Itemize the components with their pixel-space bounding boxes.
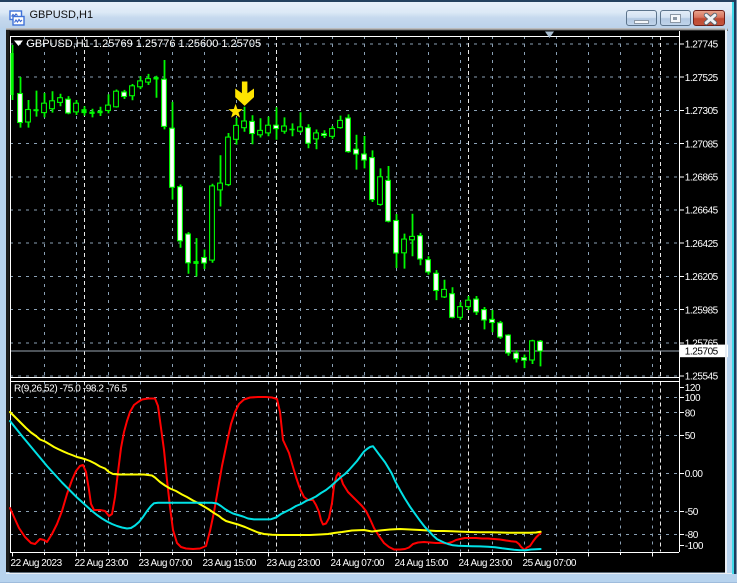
svg-text:R(9,26,52) -75.0 -98.2 -76.5: R(9,26,52) -75.0 -98.2 -76.5 xyxy=(14,384,128,395)
svg-text:1.25985: 1.25985 xyxy=(685,305,719,316)
svg-text:1.25545: 1.25545 xyxy=(685,372,719,383)
svg-text:1.27085: 1.27085 xyxy=(685,139,719,150)
svg-text:1.26205: 1.26205 xyxy=(685,272,719,283)
svg-text:1.27745: 1.27745 xyxy=(685,40,719,51)
svg-text:1.26865: 1.26865 xyxy=(685,172,719,183)
svg-text:24 Aug 23:00: 24 Aug 23:00 xyxy=(459,558,513,569)
svg-text:22 Aug 2023: 22 Aug 2023 xyxy=(11,558,63,569)
svg-text:1.26425: 1.26425 xyxy=(685,239,719,250)
svg-text:23 Aug 23:00: 23 Aug 23:00 xyxy=(267,558,321,569)
svg-text:24 Aug 07:00: 24 Aug 07:00 xyxy=(331,558,385,569)
svg-text:1.27305: 1.27305 xyxy=(685,106,719,117)
svg-text:-50: -50 xyxy=(685,507,699,518)
svg-text:-80: -80 xyxy=(685,530,699,541)
svg-text:GBPUSD,H1 1.25769 1.25776 1.25: GBPUSD,H1 1.25769 1.25776 1.25600 1.2570… xyxy=(26,38,261,50)
svg-text:23 Aug 07:00: 23 Aug 07:00 xyxy=(139,558,193,569)
svg-text:22 Aug 23:00: 22 Aug 23:00 xyxy=(75,558,129,569)
svg-text:80: 80 xyxy=(685,408,696,419)
svg-text:1.25705: 1.25705 xyxy=(685,347,719,358)
svg-text:-100: -100 xyxy=(685,541,704,552)
svg-text:50: 50 xyxy=(685,431,696,442)
svg-text:23 Aug 15:00: 23 Aug 15:00 xyxy=(203,558,257,569)
svg-text:0.00: 0.00 xyxy=(685,469,704,480)
svg-text:24 Aug 15:00: 24 Aug 15:00 xyxy=(395,558,449,569)
svg-text:100: 100 xyxy=(685,393,701,404)
svg-text:1.27525: 1.27525 xyxy=(685,73,719,84)
svg-text:1.26645: 1.26645 xyxy=(685,206,719,217)
svg-text:25 Aug 07:00: 25 Aug 07:00 xyxy=(523,558,577,569)
